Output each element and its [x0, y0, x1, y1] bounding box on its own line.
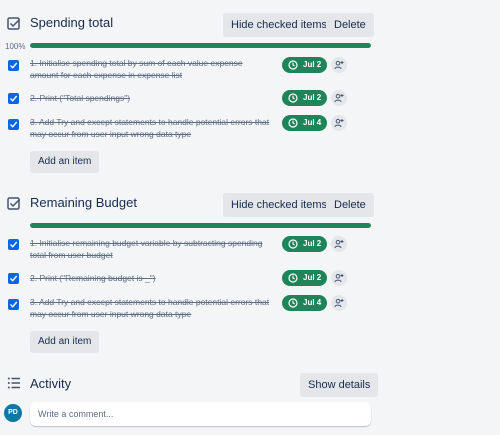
check-icon — [10, 62, 18, 69]
due-date-badge[interactable]: Jul 2 — [282, 90, 327, 106]
item-checkbox[interactable] — [8, 60, 19, 71]
progress-bar — [30, 223, 371, 228]
item-text[interactable]: 2. Print ("Remaining budget is _") — [30, 272, 270, 284]
add-member-icon — [334, 239, 344, 249]
clock-icon — [288, 239, 298, 249]
checklist-header: Spending total Hide checked items Delete — [0, 13, 500, 37]
due-date-text: Jul 4 — [303, 298, 322, 307]
assign-member-button[interactable] — [331, 57, 347, 73]
avatar[interactable]: PD — [4, 404, 22, 422]
due-date-badge[interactable]: Jul 2 — [282, 236, 327, 252]
hide-checked-items-button[interactable]: Hide checked items — [223, 13, 335, 37]
due-date-text: Jul 2 — [303, 239, 322, 248]
assign-member-button[interactable] — [331, 236, 347, 252]
item-text[interactable]: 1. Initialise remaining budget variable … — [30, 237, 270, 261]
due-date-text: Jul 2 — [303, 60, 322, 69]
due-date-text: Jul 2 — [303, 273, 322, 282]
checklist-header: Remaining Budget Hide checked items Dele… — [0, 193, 500, 217]
progress-bar — [30, 43, 371, 48]
activity-title: Activity — [30, 376, 72, 391]
progress-fill — [30, 43, 371, 48]
add-member-icon — [334, 273, 344, 283]
check-icon — [10, 275, 18, 282]
due-date-badge[interactable]: Jul 4 — [282, 295, 327, 311]
clock-icon — [288, 118, 298, 128]
item-text[interactable]: 2. Print ("Total spendings") — [30, 92, 270, 104]
activity-list-icon — [7, 376, 21, 390]
item-checkbox[interactable] — [8, 119, 19, 130]
add-item-button[interactable]: Add an item — [30, 151, 100, 173]
due-date-text: Jul 4 — [303, 118, 322, 127]
item-checkbox[interactable] — [8, 93, 19, 104]
item-checkbox[interactable] — [8, 239, 19, 250]
item-checkbox[interactable] — [8, 273, 19, 284]
item-checkbox[interactable] — [8, 299, 19, 310]
clock-icon — [288, 60, 298, 70]
progress-fill — [30, 223, 371, 228]
add-member-icon — [334, 298, 344, 308]
due-date-badge[interactable]: Jul 2 — [282, 57, 327, 73]
delete-checklist-button[interactable]: Delete — [326, 193, 374, 217]
add-member-icon — [334, 93, 344, 103]
add-member-icon — [334, 118, 344, 128]
check-icon — [10, 241, 18, 248]
item-text[interactable]: 3. Add Try and except statements to hand… — [30, 296, 270, 320]
show-details-button[interactable]: Show details — [300, 373, 379, 397]
item-text[interactable]: 1. Initialise spending total by sum of e… — [30, 57, 270, 81]
assign-member-button[interactable] — [331, 90, 347, 106]
due-date-badge[interactable]: Jul 4 — [282, 115, 327, 131]
add-item-button[interactable]: Add an item — [30, 331, 100, 353]
comment-input[interactable]: Write a comment... — [30, 402, 371, 426]
add-member-icon — [334, 60, 344, 70]
due-date-text: Jul 2 — [303, 93, 322, 102]
assign-member-button[interactable] — [331, 270, 347, 286]
hide-checked-items-button[interactable]: Hide checked items — [223, 193, 335, 217]
checklist-icon — [7, 197, 21, 211]
progress-percent: 100% — [5, 42, 26, 51]
check-icon — [10, 95, 18, 102]
check-icon — [10, 121, 18, 128]
checklist-title: Spending total — [30, 15, 114, 30]
checklist-title: Remaining Budget — [30, 195, 137, 210]
check-icon — [10, 301, 18, 308]
assign-member-button[interactable] — [331, 295, 347, 311]
assign-member-button[interactable] — [331, 115, 347, 131]
clock-icon — [288, 93, 298, 103]
checklist-icon — [7, 17, 21, 31]
clock-icon — [288, 298, 298, 308]
due-date-badge[interactable]: Jul 2 — [282, 270, 327, 286]
item-text[interactable]: 3. Add Try and except statements to hand… — [30, 116, 270, 140]
clock-icon — [288, 273, 298, 283]
delete-checklist-button[interactable]: Delete — [326, 13, 374, 37]
